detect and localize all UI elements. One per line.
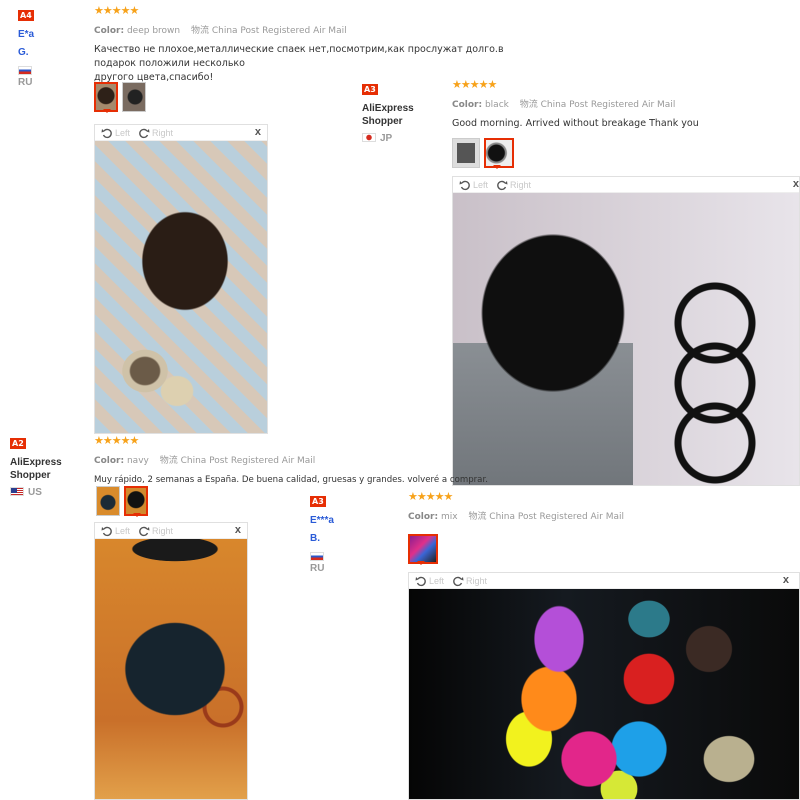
rotate-right-icon [139, 526, 150, 536]
review-3-body: ★★★★★ Color: navy 物流 China Post Register… [94, 434, 488, 487]
color-value: black [484, 100, 509, 110]
rotate-right-icon [453, 576, 464, 586]
country: RU [310, 552, 334, 574]
rotate-right-button[interactable]: Right [452, 575, 487, 587]
review-2-image-viewer: Left Right x [452, 176, 800, 486]
review-photo[interactable] [409, 589, 799, 799]
review-meta: Color: mix 物流 China Post Registered Air … [408, 512, 625, 522]
review-text: Good morning. Arrived without breakage T… [452, 118, 699, 129]
review-1-body: ★★★★★ Color: deep brown 物流 China Post Re… [94, 4, 534, 85]
shipping-method: 物流 China Post Registered Air Mail [191, 26, 347, 36]
shipping-method: 物流 China Post Registered Air Mail [159, 456, 316, 466]
star-rating: ★★★★★ [94, 5, 139, 17]
thumbnail[interactable] [124, 486, 148, 517]
close-button[interactable]: x [235, 524, 241, 536]
shipping-method: 物流 China Post Registered Air Mail [519, 100, 676, 110]
review-photo[interactable] [95, 539, 247, 799]
rotate-left-icon [415, 576, 426, 586]
rotate-left-icon [101, 128, 112, 138]
country: RU [18, 66, 38, 88]
review-4-thumbnails [408, 534, 438, 565]
rotate-right-icon [139, 128, 150, 138]
review-1-image-viewer: Left Right x [94, 124, 268, 434]
rotate-right-icon [497, 180, 508, 190]
review-photo[interactable] [95, 141, 267, 433]
color-value: mix [440, 512, 458, 522]
thumbnail[interactable] [408, 534, 438, 565]
close-button[interactable]: x [255, 126, 261, 138]
star-rating: ★★★★★ [452, 79, 497, 91]
close-button[interactable]: x [783, 574, 789, 586]
close-button[interactable]: x [793, 178, 799, 190]
rotate-right-button[interactable]: Right [138, 127, 173, 139]
rotate-left-button[interactable]: Left [101, 127, 130, 139]
rotate-left-icon [101, 526, 112, 536]
thumbnail[interactable] [96, 486, 120, 516]
thumbnail[interactable] [122, 82, 146, 112]
viewer-toolbar: Left Right x [95, 125, 267, 141]
thumbnail[interactable] [484, 138, 514, 169]
rotate-left-button[interactable]: Left [415, 575, 444, 587]
flag-ru-icon [18, 66, 32, 75]
level-badge: A3 [310, 496, 326, 507]
username: AliExpress [362, 103, 414, 114]
thumbnail[interactable] [452, 138, 480, 168]
review-meta: Color: deep brown 物流 China Post Register… [94, 26, 347, 36]
username[interactable]: E***a B. [310, 515, 334, 544]
country: JP [362, 133, 414, 144]
flag-ru-icon [310, 552, 324, 561]
review-1-user: A4 E*a G. RU [18, 6, 38, 88]
review-meta: Color: navy 物流 China Post Registered Air… [94, 456, 316, 466]
level-badge: A4 [18, 10, 34, 21]
review-3-image-viewer: Left Right x [94, 522, 248, 800]
viewer-toolbar: Left Right x [95, 523, 247, 539]
review-4-image-viewer: Left Right x [408, 572, 800, 800]
rotate-right-button[interactable]: Right [496, 179, 531, 191]
viewer-toolbar: Left Right x [453, 177, 799, 193]
flag-us-icon [10, 487, 24, 496]
review-2-thumbnails [452, 138, 514, 169]
level-badge: A2 [10, 438, 26, 449]
review-text: Muy rápido, 2 semanas a España. De buena… [94, 475, 488, 485]
review-1-thumbnails [94, 82, 146, 113]
star-rating: ★★★★★ [94, 435, 139, 447]
star-rating: ★★★★★ [408, 491, 453, 503]
shipping-method: 物流 China Post Registered Air Mail [468, 512, 625, 522]
color-value: navy [126, 456, 149, 466]
level-badge: A3 [362, 84, 378, 95]
viewer-toolbar: Left Right x [409, 573, 799, 589]
flag-jp-icon [362, 133, 376, 142]
color-value: deep brown [126, 26, 181, 36]
thumbnail[interactable] [94, 82, 118, 113]
review-photo[interactable] [453, 193, 799, 485]
rotate-right-button[interactable]: Right [138, 525, 173, 537]
rotate-left-button[interactable]: Left [459, 179, 488, 191]
review-2-user: A3AliExpress Shopper JP [362, 84, 414, 144]
rotate-left-icon [459, 180, 470, 190]
review-4-user: A3 E***a B. RU [310, 492, 334, 574]
review-4-body: ★★★★★ Color: mix 物流 China Post Registere… [408, 490, 708, 522]
country: US [10, 487, 62, 498]
review-2-body: ★★★★★ Color: black 物流 China Post Registe… [452, 78, 792, 131]
review-3-thumbnails [96, 486, 148, 517]
rotate-left-button[interactable]: Left [101, 525, 130, 537]
review-meta: Color: black 物流 China Post Registered Ai… [452, 100, 676, 110]
username[interactable]: E*a G. [18, 29, 34, 58]
review-3-user: A2AliExpress Shopper US [10, 438, 62, 498]
username: AliExpress [10, 457, 62, 468]
